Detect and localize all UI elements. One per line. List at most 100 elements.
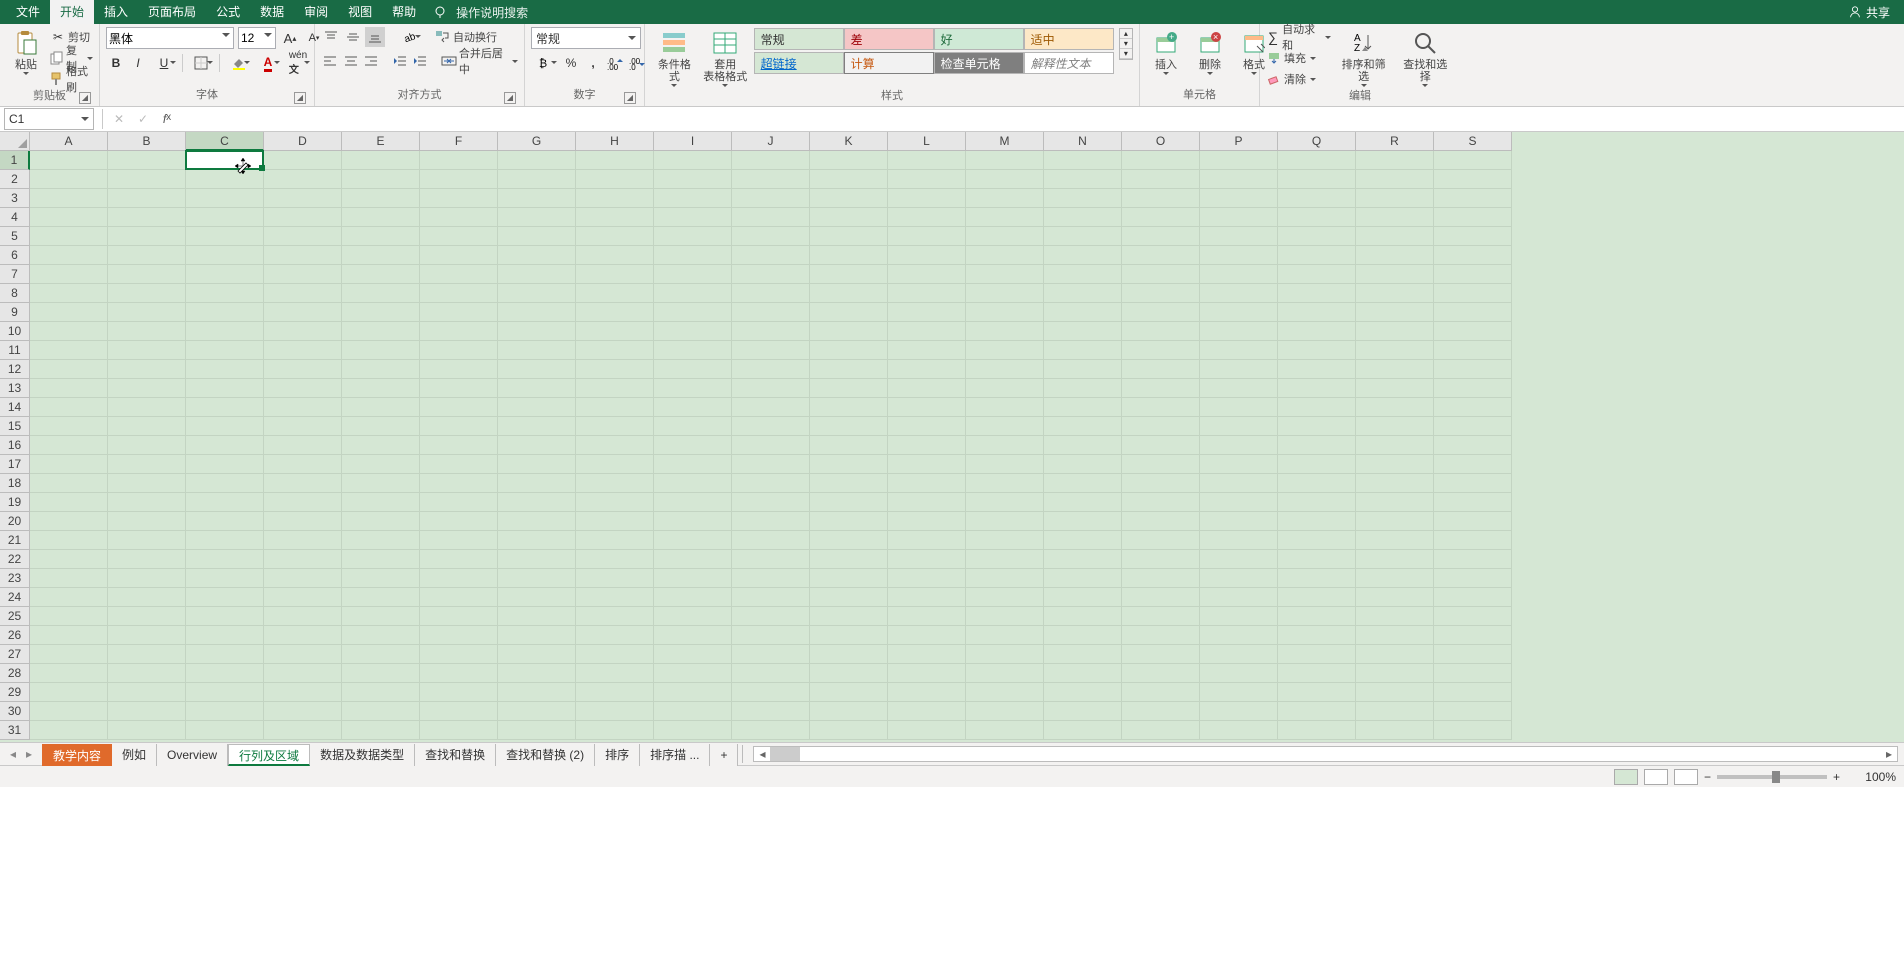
cell[interactable] [966, 474, 1044, 493]
cell[interactable] [888, 721, 966, 740]
zoom-slider[interactable] [1717, 775, 1827, 779]
cell[interactable] [1044, 531, 1122, 550]
cell[interactable] [1200, 455, 1278, 474]
cell[interactable] [1044, 189, 1122, 208]
cell[interactable] [264, 170, 342, 189]
cell[interactable] [576, 569, 654, 588]
decrease-indent-button[interactable] [390, 51, 409, 71]
cell[interactable] [342, 151, 420, 170]
cell[interactable] [1434, 493, 1512, 512]
menu-插入[interactable]: 插入 [94, 0, 138, 24]
cell[interactable] [888, 702, 966, 721]
row-header-1[interactable]: 1 [0, 151, 30, 170]
cell[interactable] [1200, 721, 1278, 740]
cell[interactable] [1044, 626, 1122, 645]
cell[interactable] [1044, 170, 1122, 189]
cell[interactable] [1122, 645, 1200, 664]
cell[interactable] [966, 417, 1044, 436]
format-as-table-button[interactable]: 套用 表格格式 [702, 27, 749, 89]
cell-style-差[interactable]: 差 [844, 28, 934, 50]
cell[interactable] [1044, 398, 1122, 417]
cell[interactable] [576, 664, 654, 683]
row-header-28[interactable]: 28 [0, 664, 30, 683]
cell[interactable] [186, 455, 264, 474]
cell[interactable] [576, 531, 654, 550]
cell[interactable] [30, 379, 108, 398]
cell[interactable] [1278, 455, 1356, 474]
cell[interactable] [576, 189, 654, 208]
cell[interactable] [342, 246, 420, 265]
cell[interactable] [186, 170, 264, 189]
cell[interactable] [108, 246, 186, 265]
cell[interactable] [1044, 379, 1122, 398]
cell[interactable] [186, 303, 264, 322]
cell[interactable] [1434, 360, 1512, 379]
cell[interactable] [420, 151, 498, 170]
cell[interactable] [732, 360, 810, 379]
cell[interactable] [420, 683, 498, 702]
cell[interactable] [1434, 398, 1512, 417]
cell[interactable] [108, 360, 186, 379]
cell[interactable] [1122, 588, 1200, 607]
sheet-tab-查找和替换 (2)[interactable]: 查找和替换 (2) [496, 744, 595, 766]
cell[interactable] [1278, 683, 1356, 702]
cell[interactable] [1044, 474, 1122, 493]
cell[interactable] [1278, 664, 1356, 683]
cell[interactable] [186, 322, 264, 341]
cell[interactable] [1356, 645, 1434, 664]
cell[interactable] [576, 607, 654, 626]
cell[interactable] [888, 626, 966, 645]
cell[interactable] [108, 227, 186, 246]
cell[interactable] [30, 493, 108, 512]
cell[interactable] [1356, 398, 1434, 417]
cell[interactable] [1278, 550, 1356, 569]
new-sheet-button[interactable]: + [710, 744, 738, 766]
cell[interactable] [654, 626, 732, 645]
cell[interactable] [1122, 626, 1200, 645]
cell[interactable] [1356, 569, 1434, 588]
cell[interactable] [498, 284, 576, 303]
cell[interactable] [810, 664, 888, 683]
cell[interactable] [1122, 493, 1200, 512]
cell[interactable] [498, 436, 576, 455]
cell-style-适中[interactable]: 适中 [1024, 28, 1114, 50]
cell[interactable] [186, 246, 264, 265]
cell[interactable] [186, 588, 264, 607]
cell[interactable] [732, 246, 810, 265]
cell[interactable] [1356, 474, 1434, 493]
cell[interactable] [654, 379, 732, 398]
cell[interactable] [654, 360, 732, 379]
style-gallery-scroll[interactable]: ▴▾▾ [1119, 28, 1133, 60]
decrease-decimal-button[interactable]: .00.0 [627, 53, 647, 73]
menu-视图[interactable]: 视图 [338, 0, 382, 24]
cell[interactable] [342, 398, 420, 417]
cell[interactable] [1434, 208, 1512, 227]
cell-style-好[interactable]: 好 [934, 28, 1024, 50]
cell[interactable] [1434, 189, 1512, 208]
cell[interactable] [576, 626, 654, 645]
col-header-K[interactable]: K [810, 132, 888, 151]
cell[interactable] [966, 246, 1044, 265]
cell[interactable] [1044, 246, 1122, 265]
row-header-20[interactable]: 20 [0, 512, 30, 531]
cell[interactable] [1356, 683, 1434, 702]
cell[interactable] [498, 626, 576, 645]
cell[interactable] [810, 265, 888, 284]
cell[interactable] [108, 493, 186, 512]
paste-button[interactable]: 粘贴 [6, 27, 46, 77]
view-page-break-button[interactable] [1674, 769, 1698, 785]
cell[interactable] [1200, 284, 1278, 303]
row-header-15[interactable]: 15 [0, 417, 30, 436]
cell[interactable] [186, 227, 264, 246]
cell[interactable] [654, 569, 732, 588]
cell[interactable] [810, 531, 888, 550]
cell[interactable] [1278, 645, 1356, 664]
cell[interactable] [810, 626, 888, 645]
row-header-30[interactable]: 30 [0, 702, 30, 721]
cell[interactable] [576, 398, 654, 417]
cell[interactable] [420, 702, 498, 721]
cell[interactable] [30, 398, 108, 417]
cell[interactable] [966, 398, 1044, 417]
row-header-7[interactable]: 7 [0, 265, 30, 284]
cell[interactable] [1200, 493, 1278, 512]
